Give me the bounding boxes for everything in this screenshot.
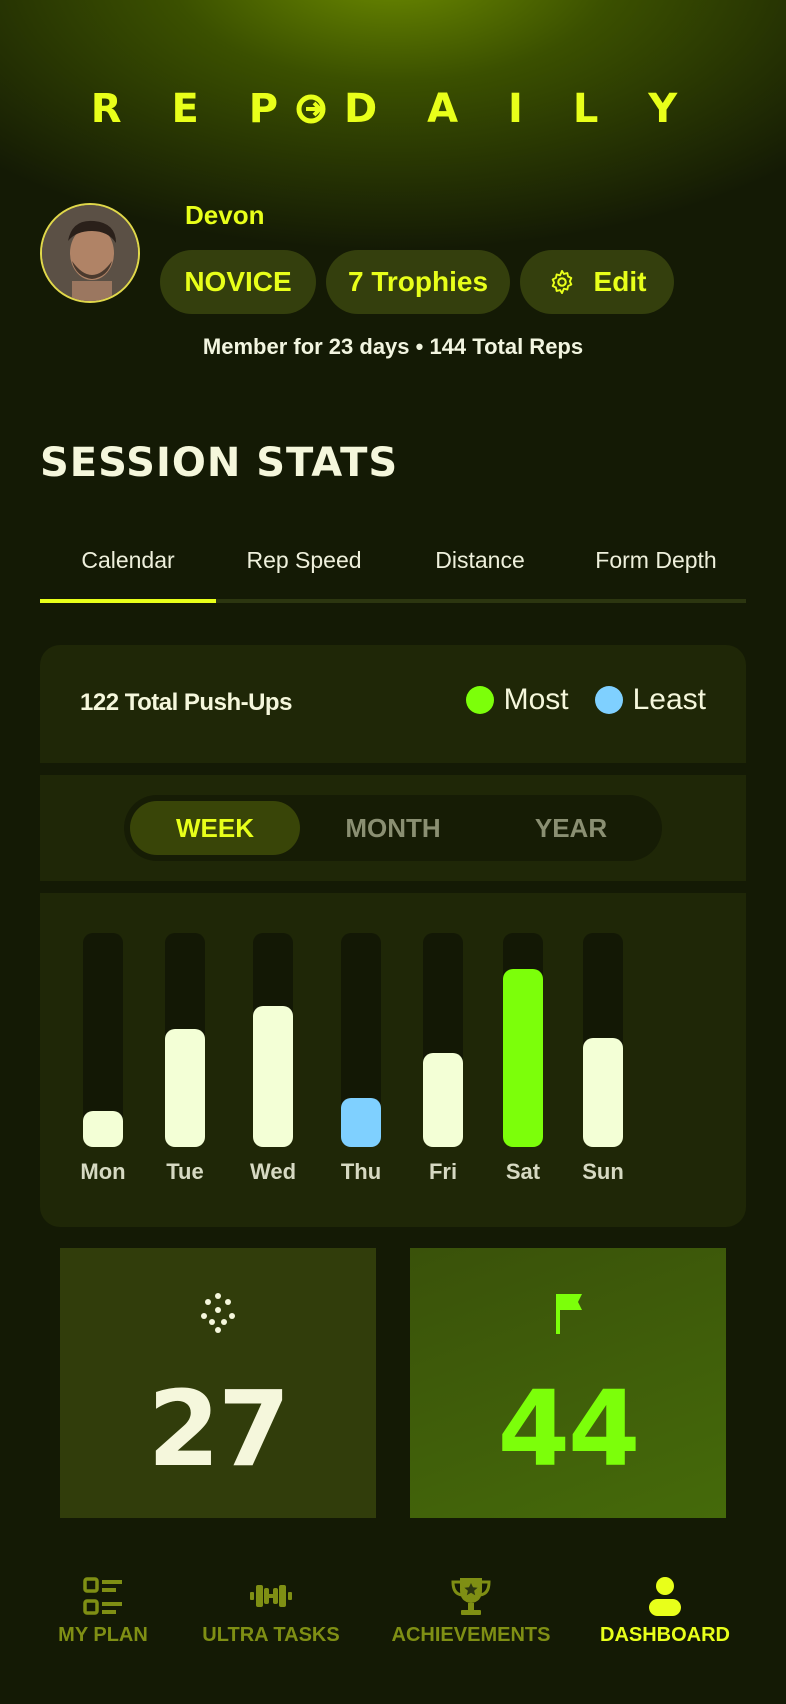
summary-card-dots[interactable]: 27	[60, 1248, 376, 1518]
trophies-badge[interactable]: 7 Trophies	[326, 250, 510, 314]
list-icon	[83, 1577, 122, 1615]
nav-my-plan[interactable]: MY PLAN	[8, 1574, 198, 1647]
section-title: SESSION STATS	[40, 440, 399, 486]
tab-rep-speed[interactable]: Rep Speed	[216, 540, 392, 600]
gear-icon	[551, 269, 572, 295]
bottom-navigation: MY PLAN ULTRA TASKS ACHIEVEMENTS DASHBOA…	[0, 1518, 786, 1704]
app-logo: R E PD A I L Y	[90, 86, 696, 132]
summary-card-flag[interactable]: 44	[410, 1248, 726, 1518]
bar-thu[interactable]	[341, 1098, 381, 1147]
bar-label-thu: Thu	[340, 1159, 382, 1184]
bar-label-tue: Tue	[166, 1159, 204, 1184]
bar-mon[interactable]	[83, 1111, 123, 1147]
bar-track-sun	[583, 933, 623, 1147]
range-month-button[interactable]: MONTH	[308, 801, 478, 855]
bar-track-mon	[83, 933, 123, 1147]
total-pushups: 122 Total Push-Ups	[80, 689, 292, 716]
tabs-active-indicator	[40, 599, 216, 603]
user-name: Devon	[185, 200, 265, 230]
logo-arrow-icon	[296, 94, 326, 124]
summary-value-flag: 44	[497, 1368, 641, 1490]
bar-track-sat	[503, 933, 543, 1147]
member-summary: Member for 23 days • 144 Total Reps	[202, 334, 584, 359]
tab-distance[interactable]: Distance	[392, 540, 568, 600]
trophy-icon	[451, 1578, 491, 1615]
nav-ultra-tasks[interactable]: ULTRA TASKS	[176, 1574, 366, 1647]
person-icon	[649, 1577, 681, 1616]
bar-fri[interactable]	[423, 1053, 463, 1147]
range-segmented-control: WEEK MONTH YEAR	[124, 795, 662, 861]
bar-label-mon: Mon	[80, 1159, 126, 1184]
bar-track-wed	[253, 933, 293, 1147]
range-year-button[interactable]: YEAR	[486, 801, 656, 855]
nav-label-my-plan: MY PLAN	[58, 1624, 148, 1646]
dumbbell-icon	[250, 1585, 292, 1607]
stats-tabs: Calendar Rep Speed Distance Form Depth	[40, 540, 746, 604]
nav-label-ultra-tasks: ULTRA TASKS	[202, 1624, 340, 1646]
chart-legend: Most Least	[465, 683, 706, 717]
edit-profile-button[interactable]: Edit	[520, 250, 674, 314]
legend-most-dot	[465, 686, 494, 714]
bar-label-sat: Sat	[505, 1159, 541, 1184]
bar-sun[interactable]	[583, 1038, 623, 1147]
summary-value-dots: 27	[147, 1368, 291, 1490]
edit-label: Edit	[593, 266, 647, 297]
legend-least-label: Least	[632, 683, 706, 716]
legend-most-label: Most	[503, 683, 569, 716]
bar-track-thu	[341, 933, 381, 1147]
legend-least-dot	[594, 686, 623, 714]
chart-header-card: 122 Total Push-Ups Most Least	[40, 645, 746, 763]
bar-tue[interactable]	[165, 1029, 205, 1147]
nav-achievements[interactable]: ACHIEVEMENTS	[376, 1574, 566, 1647]
nav-label-dashboard: DASHBOARD	[600, 1624, 730, 1646]
tab-form-depth[interactable]: Form Depth	[568, 540, 744, 600]
weekly-bar-chart: Mon Tue Wed Thu Fri Sat Sun	[40, 893, 746, 1227]
range-selector-card: WEEK MONTH YEAR	[40, 775, 746, 881]
avatar[interactable]	[40, 203, 140, 303]
bar-track-tue	[165, 933, 205, 1147]
avatar-photo	[42, 205, 138, 301]
nav-label-achievements: ACHIEVEMENTS	[391, 1624, 551, 1646]
dots-icon	[201, 1293, 235, 1333]
flag-icon	[556, 1294, 582, 1334]
range-week-button[interactable]: WEEK	[130, 801, 300, 855]
bar-sat[interactable]	[503, 969, 543, 1147]
bar-label-wed: Wed	[249, 1159, 297, 1184]
bar-label-sun: Sun	[582, 1159, 624, 1184]
bar-track-fri	[423, 933, 463, 1147]
dashboard-screen: R E PD A I L Y Devon NOVICE 7 Trophies E…	[0, 0, 786, 1704]
rank-badge[interactable]: NOVICE	[160, 250, 316, 314]
tab-calendar[interactable]: Calendar	[40, 540, 216, 600]
bar-label-fri: Fri	[428, 1159, 458, 1184]
bar-wed[interactable]	[253, 1006, 293, 1147]
nav-dashboard[interactable]: DASHBOARD	[570, 1574, 760, 1647]
